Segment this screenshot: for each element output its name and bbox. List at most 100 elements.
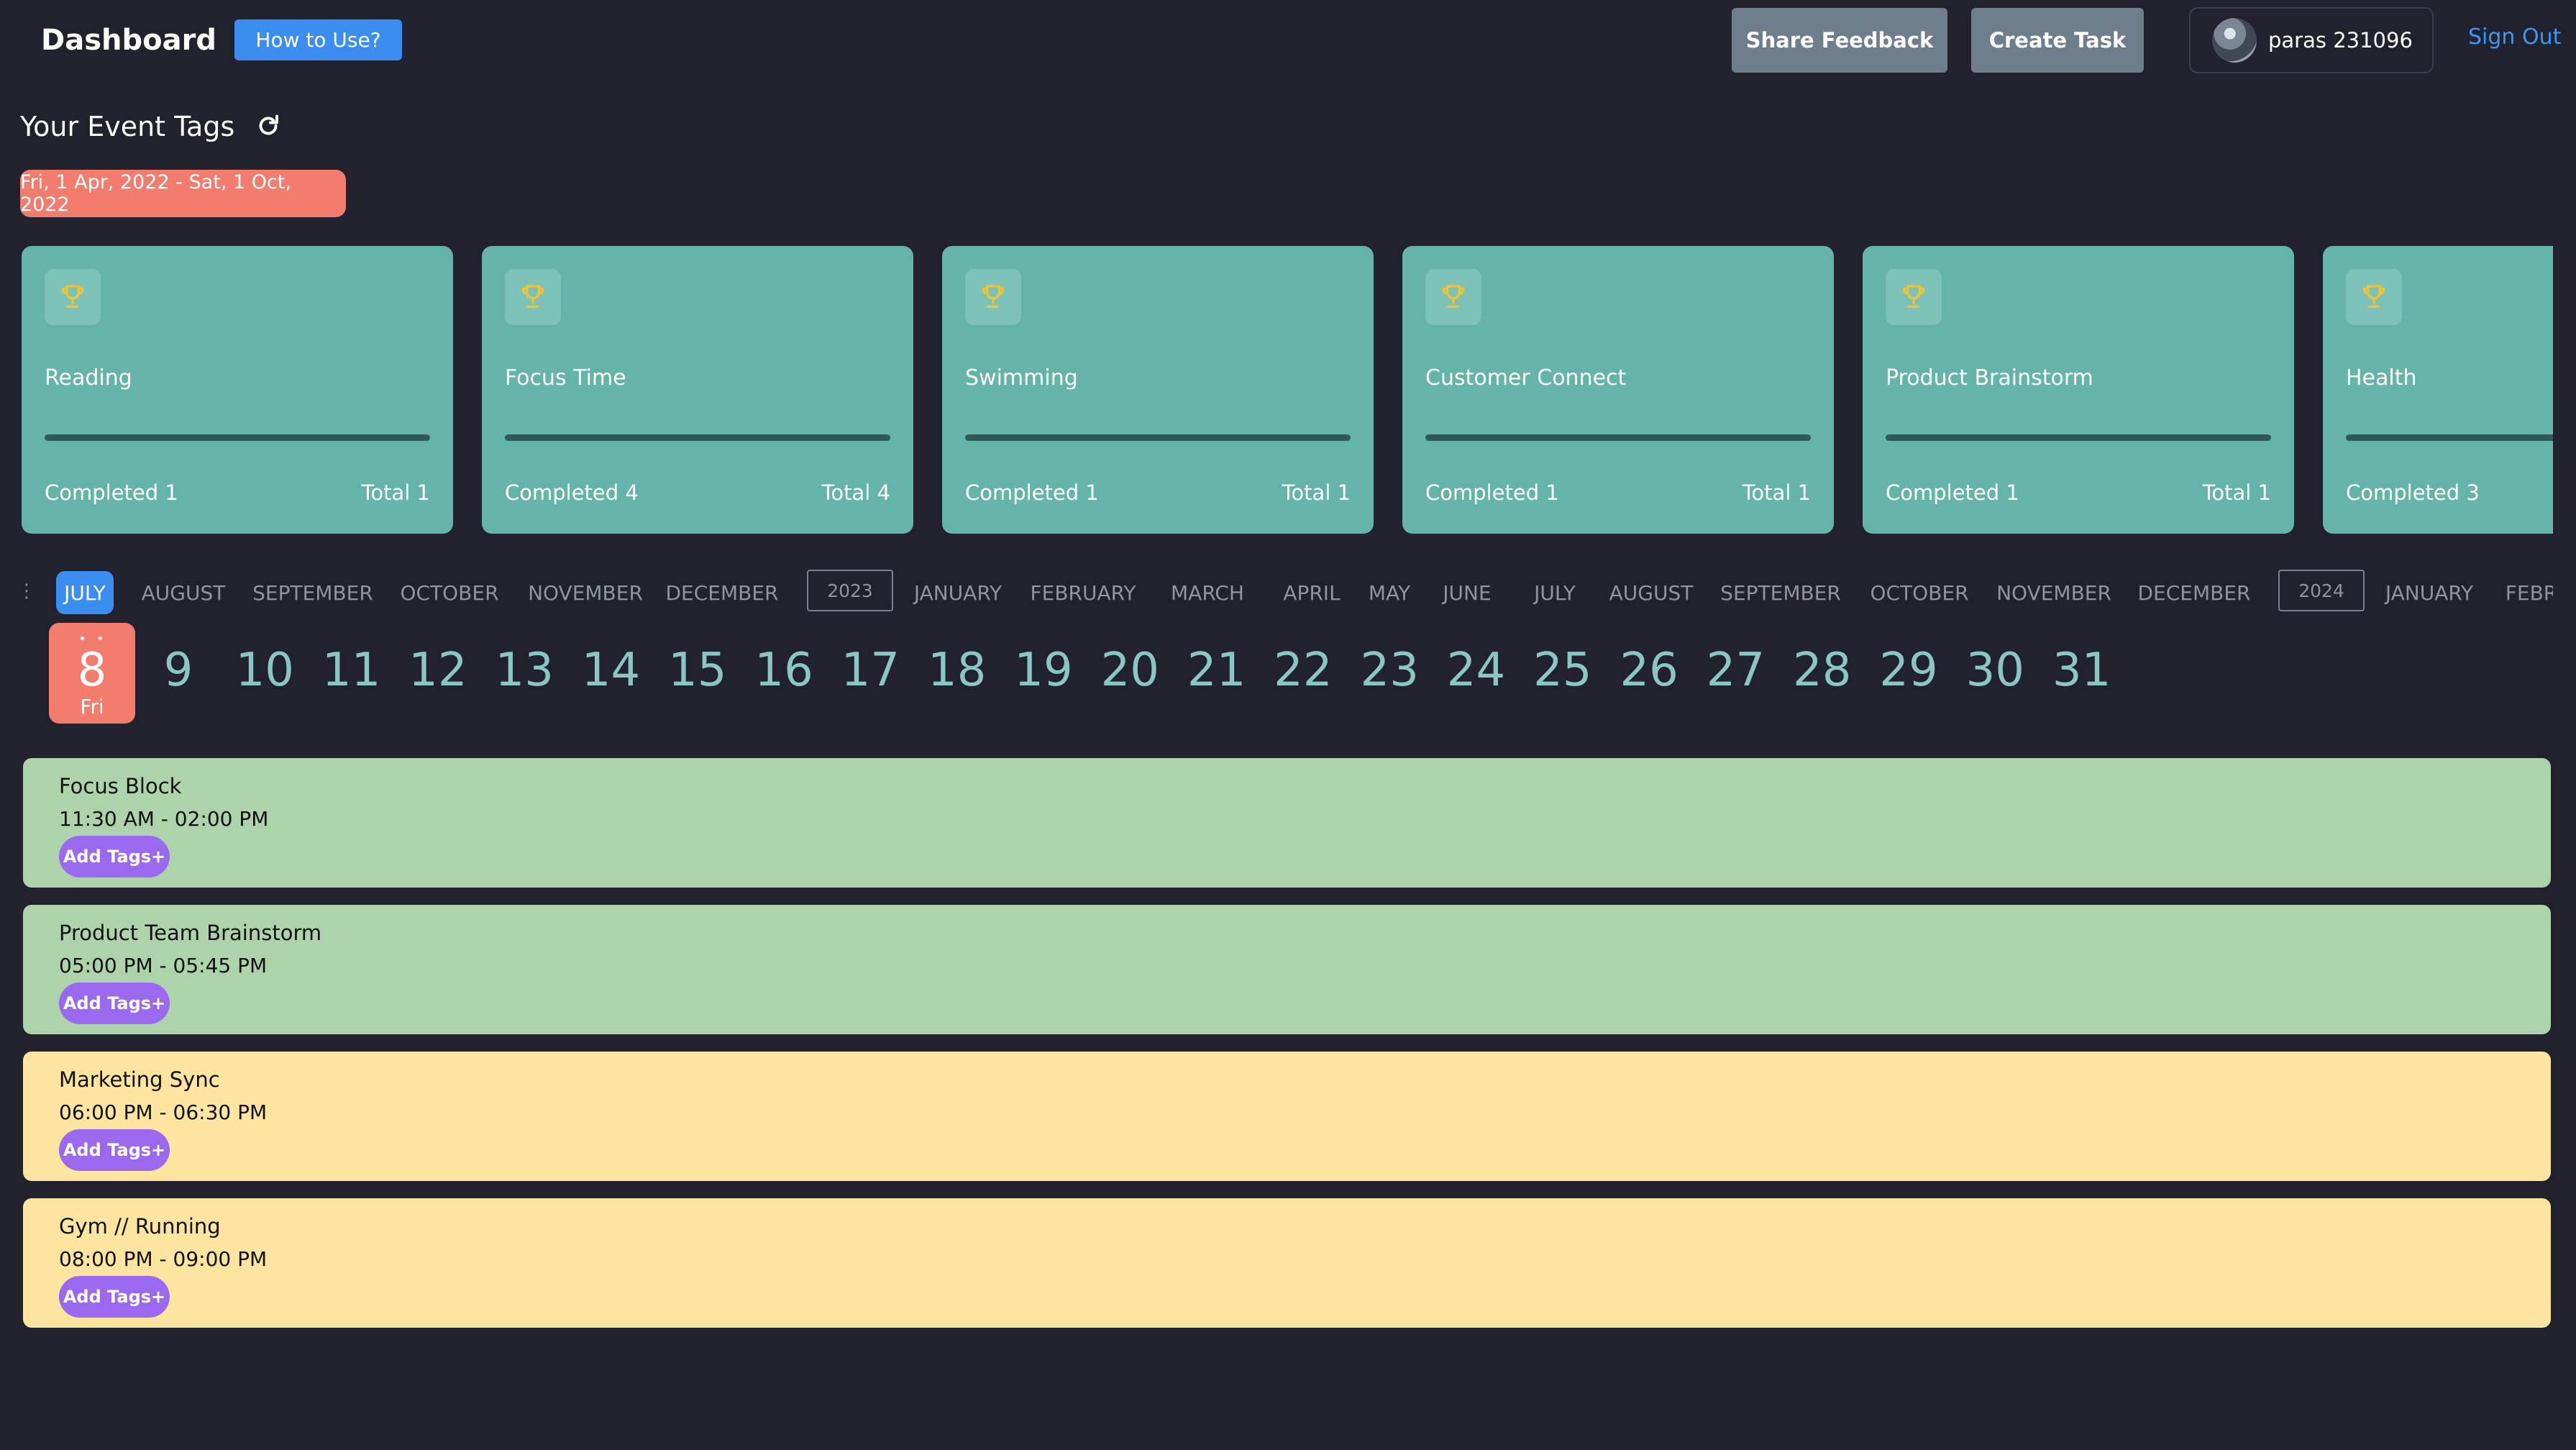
day-item[interactable]: 30: [1955, 642, 2034, 699]
day-item[interactable]: 19: [1004, 642, 1083, 699]
tag-name: Focus Time: [505, 365, 626, 391]
trophy-icon: [45, 269, 101, 325]
tag-card[interactable]: Product Brainstorm Completed 1 Total 1: [1863, 246, 2294, 534]
event-tags-title: Your Event Tags: [20, 111, 235, 142]
tag-total-count: Total 4: [821, 480, 890, 505]
month-item[interactable]: MARCH: [1161, 571, 1254, 614]
sign-out-link[interactable]: Sign Out: [2468, 24, 2561, 50]
day-item[interactable]: 10: [225, 642, 304, 699]
month-item[interactable]: JANUARY: [908, 571, 1008, 614]
month-selector[interactable]: ⋮ JULY AUGUST SEPTEMBER OCTOBER NOVEMBER DECE…: [0, 561, 2553, 621]
day-item[interactable]: 9: [139, 642, 218, 699]
month-item[interactable]: NOVEMBER: [525, 571, 646, 614]
day-item[interactable]: 13: [485, 642, 564, 699]
add-tags-button[interactable]: Add Tags+: [59, 1276, 170, 1318]
day-item[interactable]: 26: [1609, 642, 1689, 699]
month-item[interactable]: DECEMBER: [2138, 571, 2251, 614]
tag-name: Reading: [45, 365, 132, 391]
add-tags-button[interactable]: Add Tags+: [59, 836, 170, 877]
tag-completed-count: Completed 4: [505, 480, 639, 505]
month-item[interactable]: JUNE: [1437, 571, 1497, 614]
day-item[interactable]: 11: [312, 642, 391, 699]
month-item[interactable]: JULY: [56, 571, 114, 614]
user-profile-chip[interactable]: paras 231096: [2189, 7, 2434, 73]
drag-handle-icon[interactable]: ⋮: [17, 577, 36, 606]
how-to-use-button[interactable]: How to Use?: [234, 19, 402, 60]
month-item[interactable]: NOVEMBER: [1996, 571, 2111, 614]
event-title: Product Team Brainstorm: [59, 921, 322, 945]
day-item[interactable]: 16: [744, 642, 823, 699]
day-item[interactable]: 24: [1437, 642, 1516, 699]
user-name: paras 231096: [2268, 28, 2413, 53]
day-item[interactable]: 12: [398, 642, 478, 699]
day-selector[interactable]: •• 8 Fri 9 10 11 12 13 14 15 16 17 18 19 20 21 22 23 24…: [0, 623, 2553, 731]
month-item[interactable]: SEPTEMBER: [252, 571, 374, 614]
event-title: Marketing Sync: [59, 1067, 220, 1092]
share-feedback-button[interactable]: Share Feedback: [1732, 8, 1947, 73]
trophy-icon: [505, 269, 561, 325]
event-time: 11:30 AM - 02:00 PM: [59, 807, 269, 831]
tag-card[interactable]: Focus Time Completed 4 Total 4: [482, 246, 913, 534]
month-item[interactable]: JANUARY: [2378, 571, 2481, 614]
month-item[interactable]: AUGUST: [138, 571, 229, 614]
tag-progress-bar: [965, 434, 1351, 441]
day-item[interactable]: 31: [2042, 642, 2121, 699]
day-item[interactable]: 29: [1869, 642, 1948, 699]
tag-total-count: Total 1: [1742, 480, 1811, 505]
day-item[interactable]: 23: [1350, 642, 1429, 699]
event-card[interactable]: Gym // Running 08:00 PM - 09:00 PM Add Tag…: [23, 1198, 2551, 1328]
month-item[interactable]: FEBRUARY: [1030, 571, 1136, 614]
trophy-icon: [2346, 269, 2402, 325]
refresh-icon[interactable]: [255, 113, 281, 139]
month-item[interactable]: OCTOBER: [396, 571, 503, 614]
day-item[interactable]: 18: [918, 642, 997, 699]
year-marker: 2024: [2278, 570, 2365, 611]
tag-total-count: Total 1: [361, 480, 430, 505]
event-time: 06:00 PM - 06:30 PM: [59, 1100, 268, 1124]
tag-progress-bar: [1886, 434, 2271, 441]
month-item[interactable]: MAY: [1359, 571, 1420, 614]
create-task-button[interactable]: Create Task: [1971, 8, 2144, 73]
tag-card[interactable]: Health Completed 3: [2323, 246, 2553, 534]
tag-completed-count: Completed 1: [965, 480, 1099, 505]
event-title: Focus Block: [59, 774, 182, 798]
tag-card[interactable]: Customer Connect Completed 1 Total 1: [1402, 246, 1834, 534]
trophy-icon: [1425, 269, 1481, 325]
month-item[interactable]: OCTOBER: [1867, 571, 1972, 614]
add-tags-button[interactable]: Add Tags+: [59, 1129, 170, 1171]
year-marker: 2023: [807, 570, 893, 611]
event-card[interactable]: Product Team Brainstorm 05:00 PM - 05:45 …: [23, 905, 2551, 1034]
day-item[interactable]: 27: [1696, 642, 1775, 699]
month-item[interactable]: SEPTEMBER: [1720, 571, 1841, 614]
event-card[interactable]: Marketing Sync 06:00 PM - 06:30 PM Add Tag…: [23, 1052, 2551, 1181]
day-item[interactable]: 22: [1264, 642, 1343, 699]
selected-day[interactable]: •• 8 Fri: [49, 623, 135, 724]
tag-name: Customer Connect: [1425, 365, 1627, 391]
month-item[interactable]: APRIL: [1276, 571, 1348, 614]
day-item[interactable]: 20: [1090, 642, 1169, 699]
day-item[interactable]: 25: [1523, 642, 1602, 699]
day-item[interactable]: 14: [572, 642, 651, 699]
day-item[interactable]: 28: [1783, 642, 1862, 699]
tag-card[interactable]: Swimming Completed 1 Total 1: [942, 246, 1374, 534]
month-item[interactable]: AUGUST: [1609, 571, 1694, 614]
tag-progress-bar: [45, 434, 430, 441]
day-item[interactable]: 21: [1177, 642, 1256, 699]
date-range-badge[interactable]: Fri, 1 Apr, 2022 - Sat, 1 Oct, 2022: [20, 170, 346, 217]
tag-completed-count: Completed 3: [2346, 480, 2480, 505]
add-tags-button[interactable]: Add Tags+: [59, 982, 170, 1024]
tag-name: Swimming: [965, 365, 1078, 391]
month-item[interactable]: FEBR: [2503, 571, 2553, 614]
selected-day-number: 8: [77, 644, 107, 697]
tag-card[interactable]: Reading Completed 1 Total 1: [22, 246, 453, 534]
event-card[interactable]: Focus Block 11:30 AM - 02:00 PM Add Tags+: [23, 758, 2551, 888]
day-item[interactable]: 15: [658, 642, 737, 699]
tag-progress-bar: [1425, 434, 1811, 441]
tag-cards-strip[interactable]: Reading Completed 1 Total 1 Focus Time Compl…: [22, 246, 2553, 534]
event-title: Gym // Running: [59, 1214, 221, 1239]
tag-completed-count: Completed 1: [1425, 480, 1559, 505]
tag-total-count: Total 1: [1282, 480, 1351, 505]
month-item[interactable]: DECEMBER: [663, 571, 781, 614]
month-item[interactable]: JULY: [1529, 571, 1581, 614]
day-item[interactable]: 17: [831, 642, 910, 699]
